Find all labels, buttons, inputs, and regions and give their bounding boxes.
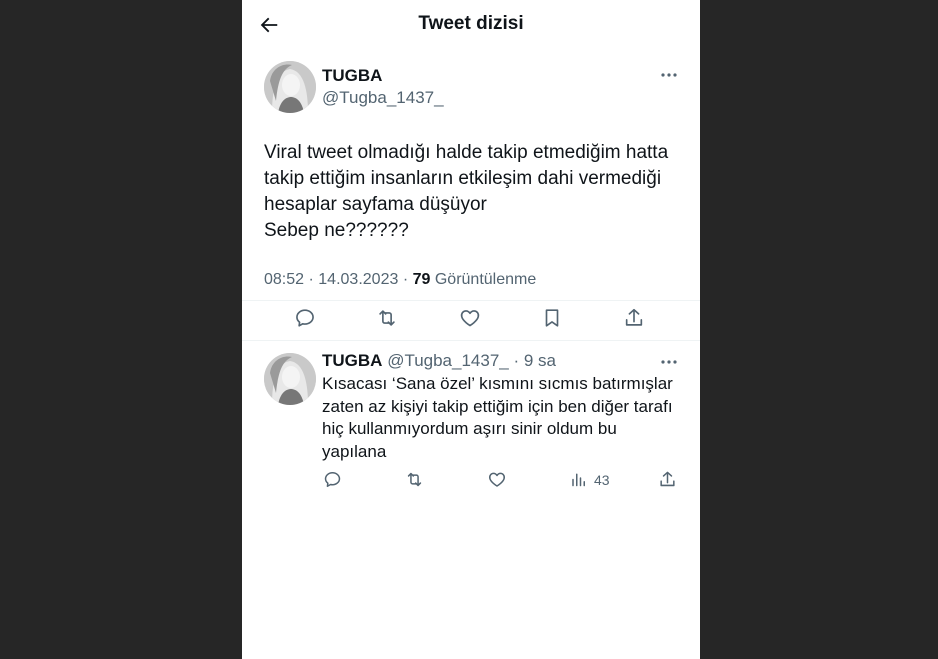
reply-text-line: yapılana	[322, 441, 387, 461]
reply-icon	[296, 309, 314, 327]
tweet-text-line: Sebep ne??????	[264, 220, 409, 241]
reply-age[interactable]: 9 sa	[524, 351, 556, 370]
tweet-time[interactable]: 08:52	[264, 271, 304, 288]
heart-icon	[488, 472, 506, 487]
bookmark-button[interactable]	[541, 307, 563, 329]
reply-more-options-button[interactable]	[658, 355, 680, 369]
more-dots-icon	[661, 73, 677, 77]
bookmark-icon	[545, 309, 559, 327]
reply-text-line: zaten az kişiyi takip ettiğim için ben d…	[322, 396, 673, 416]
separator: ·	[308, 271, 319, 288]
tweet-text: Viral tweet olmadığı halde takip etmediğ…	[264, 140, 684, 244]
reply-author-name[interactable]: TUGBA	[322, 351, 382, 370]
reply-icon	[324, 472, 341, 487]
avatar-photo-icon	[264, 61, 316, 113]
reply-views-button[interactable]: 43	[570, 470, 610, 489]
avatar-photo-icon	[264, 353, 316, 405]
reply-author-handle[interactable]: @Tugba_1437_	[387, 351, 509, 370]
like-button[interactable]	[458, 307, 482, 329]
reply-share-button[interactable]	[658, 470, 677, 489]
more-dots-icon	[661, 360, 677, 364]
tweet-date[interactable]: 14.03.2023	[318, 271, 398, 288]
page-title: Tweet dizisi	[418, 13, 524, 34]
views-count: 79	[412, 271, 431, 288]
reply-header: TUGBA @Tugba_1437_ · 9 sa	[322, 351, 556, 371]
author-name[interactable]: TUGBA	[322, 66, 382, 86]
tweet-text-line: hesaplar sayfama düşüyor	[264, 194, 487, 215]
tweet-text-line: Viral tweet olmadığı halde takip etmediğ…	[264, 142, 669, 163]
separator: ·	[513, 351, 524, 370]
reply-text-line: hiç kullanmıyordum aşırı sinir oldum bu	[322, 419, 617, 438]
share-button[interactable]	[623, 307, 645, 329]
divider	[242, 300, 700, 301]
heart-icon	[460, 310, 480, 327]
avatar[interactable]	[264, 61, 316, 113]
bar-chart-icon	[572, 473, 585, 487]
share-icon	[660, 471, 675, 487]
more-options-button[interactable]	[658, 68, 680, 82]
reply-text: Kısacası ‘Sana özel’ kısmını sıcmıs batı…	[322, 373, 684, 463]
reply-button[interactable]	[294, 307, 316, 329]
tweet-meta: 08:52 · 14.03.2023 · 79 Görüntülenme	[264, 271, 536, 289]
reply-avatar[interactable]	[264, 353, 316, 405]
reply-reply-button[interactable]	[323, 470, 342, 489]
retweet-button[interactable]	[375, 307, 399, 329]
reply-retweet-button[interactable]	[404, 470, 425, 489]
reply-like-button[interactable]	[487, 470, 507, 489]
tweet-text-line: takip ettiğim insanların etkileşim dahi …	[264, 168, 662, 189]
retweet-icon	[379, 310, 395, 326]
header: Tweet dizisi	[242, 0, 700, 50]
author-handle[interactable]: @Tugba_1437_	[322, 88, 444, 108]
reply-views-count: 43	[594, 471, 610, 488]
retweet-icon	[407, 472, 422, 487]
share-icon	[625, 308, 643, 326]
divider	[242, 340, 700, 341]
reply-text-line: Kısacası ‘Sana özel’ kısmını sıcmıs batı…	[322, 374, 673, 393]
views-label: Görüntülenme	[434, 271, 537, 288]
separator: ·	[402, 271, 413, 288]
tweet-thread-screen: Tweet dizisi TUGBA @Tugba_1437_ Viral tw…	[242, 0, 700, 659]
